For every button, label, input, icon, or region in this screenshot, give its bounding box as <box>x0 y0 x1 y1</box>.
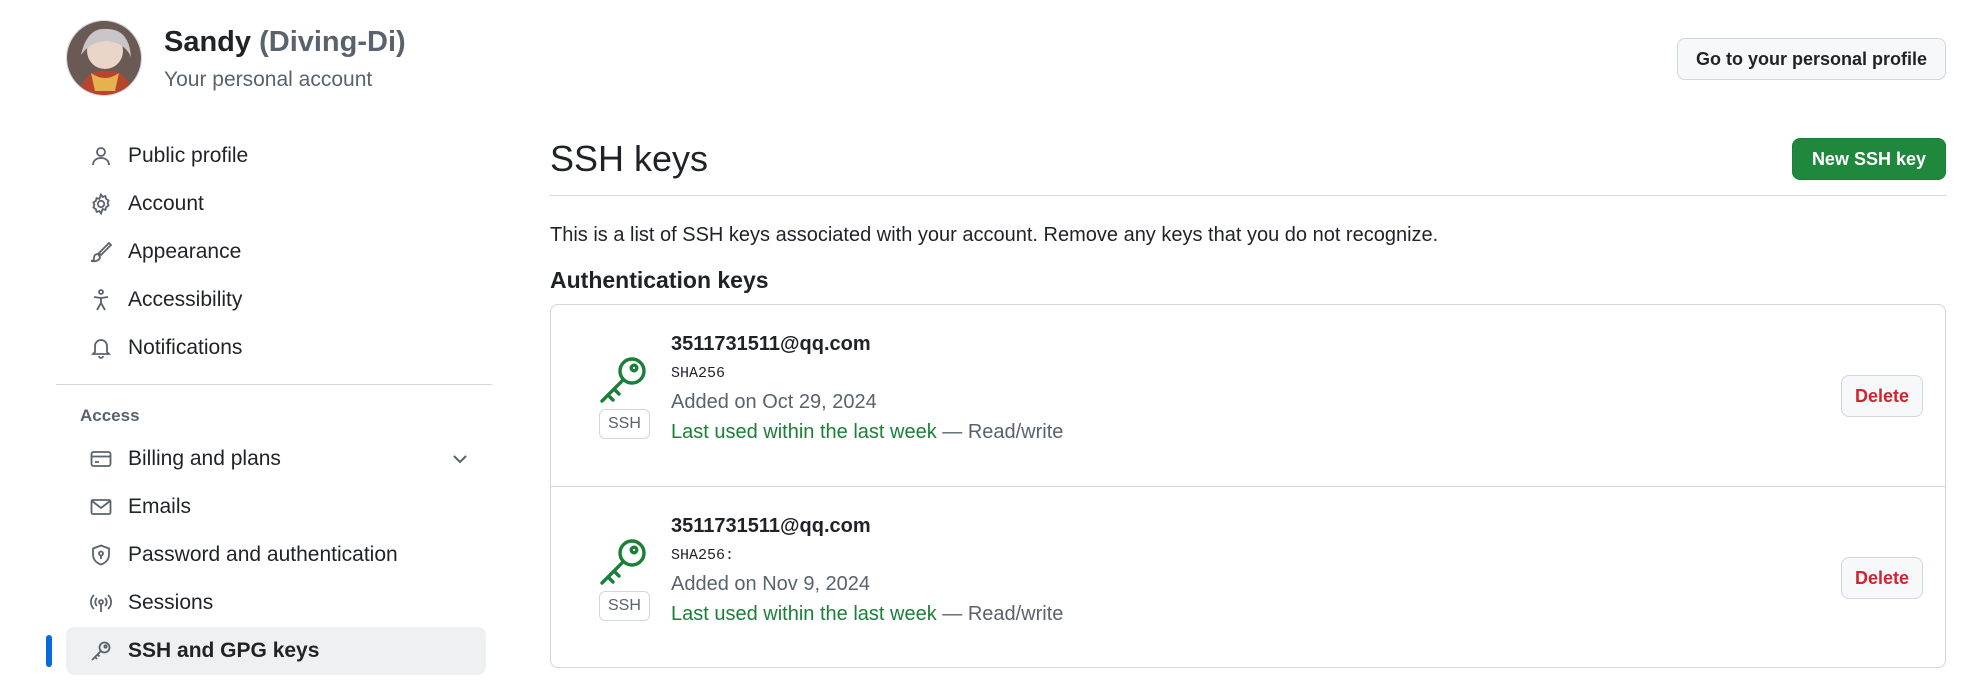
key-icon <box>597 353 651 407</box>
sidebar-item-label: Password and authentication <box>128 543 398 566</box>
key-title: 3511731511@qq.com <box>671 515 871 537</box>
ssh-key-row: SSH 3511731511@qq.com SHA256: Added on N… <box>551 486 1945 667</box>
key-added-date: Added on Oct 29, 2024 <box>671 391 877 413</box>
sidebar-item-label: Accessibility <box>128 288 243 311</box>
sidebar-divider <box>56 384 492 385</box>
sidebar-item-accessibility[interactable]: Accessibility <box>66 276 486 324</box>
section-title-authentication-keys: Authentication keys <box>550 267 769 293</box>
page-title: SSH keys <box>550 138 709 179</box>
key-last-used-text: Last used within the last week <box>671 421 937 443</box>
sidebar-item-label: Account <box>128 192 204 215</box>
main-content: SSH keys New SSH key This is a list of S… <box>550 132 1946 668</box>
shield-lock-icon <box>88 542 114 568</box>
credit-card-icon <box>88 446 114 472</box>
ssh-key-row: SSH 3511731511@qq.com SHA256 Added on Oc… <box>551 305 1945 486</box>
accessibility-icon <box>88 287 114 313</box>
delete-key-button[interactable]: Delete <box>1840 557 1923 599</box>
paintbrush-icon <box>88 239 114 265</box>
settings-sidebar: Public profile Account Appearance Access… <box>46 132 492 675</box>
account-name: Sandy (Diving-Di) <box>164 26 406 59</box>
bell-icon <box>88 335 114 361</box>
gear-icon <box>88 191 114 217</box>
sidebar-item-account[interactable]: Account <box>66 180 486 228</box>
key-access-level: — Read/write <box>936 421 1064 443</box>
key-details: 3511731511@qq.com SHA256 Added on Oct 29… <box>671 333 1063 451</box>
ssh-badge: SSH <box>599 591 650 621</box>
sidebar-item-sessions[interactable]: Sessions <box>66 579 486 627</box>
sidebar-item-label: Appearance <box>128 240 242 263</box>
key-icon <box>597 535 651 589</box>
broadcast-icon <box>88 590 114 616</box>
ssh-key-list: SSH 3511731511@qq.com SHA256 Added on Oc… <box>550 304 1946 668</box>
sidebar-item-label: Notifications <box>128 336 243 359</box>
key-icon <box>88 638 114 664</box>
sidebar-item-label: Sessions <box>128 591 214 614</box>
account-display-name: Sandy <box>164 26 252 58</box>
page-description: This is a list of SSH keys associated wi… <box>550 224 1439 246</box>
key-last-used: Last used within the last week — Read/wr… <box>671 421 1063 451</box>
key-title: 3511731511@qq.com <box>671 333 871 355</box>
sidebar-item-appearance[interactable]: Appearance <box>66 228 486 276</box>
sidebar-item-notifications[interactable]: Notifications <box>66 324 486 372</box>
sidebar-group-access: Access <box>80 406 140 425</box>
key-access-level: — Read/write <box>936 603 1064 625</box>
key-added-date: Added on Nov 9, 2024 <box>671 573 871 595</box>
new-ssh-key-button[interactable]: New SSH key <box>1791 138 1946 180</box>
sidebar-item-emails[interactable]: Emails <box>66 483 486 531</box>
go-to-profile-button[interactable]: Go to your personal profile <box>1676 38 1946 80</box>
page-header: SSH keys New SSH key <box>550 132 1946 196</box>
key-fingerprint: SHA256: <box>671 547 735 564</box>
chevron-down-icon[interactable] <box>448 447 472 471</box>
ssh-badge: SSH <box>599 409 650 439</box>
sidebar-item-password-authentication[interactable]: Password and authentication <box>66 531 486 579</box>
key-last-used: Last used within the last week — Read/wr… <box>671 603 1063 633</box>
sidebar-item-label: Emails <box>128 495 192 518</box>
sidebar-item-label: Public profile <box>128 144 249 167</box>
key-fingerprint: SHA256 <box>671 365 726 382</box>
avatar[interactable] <box>66 20 142 96</box>
sidebar-item-label: SSH and GPG keys <box>128 639 320 662</box>
person-icon <box>88 143 114 169</box>
key-last-used-text: Last used within the last week <box>671 603 937 625</box>
account-header: Sandy (Diving-Di) Your personal account … <box>66 20 1946 100</box>
sidebar-item-billing[interactable]: Billing and plans <box>66 435 486 483</box>
account-login: (Diving-Di) <box>259 26 406 58</box>
delete-key-button[interactable]: Delete <box>1840 375 1923 417</box>
sidebar-item-ssh-gpg-keys[interactable]: SSH and GPG keys <box>46 627 486 675</box>
key-details: 3511731511@qq.com SHA256: Added on Nov 9… <box>671 515 1063 633</box>
mail-icon <box>88 494 114 520</box>
sidebar-item-public-profile[interactable]: Public profile <box>66 132 486 180</box>
sidebar-item-label: Billing and plans <box>128 447 281 470</box>
account-subtitle: Your personal account <box>164 68 373 91</box>
